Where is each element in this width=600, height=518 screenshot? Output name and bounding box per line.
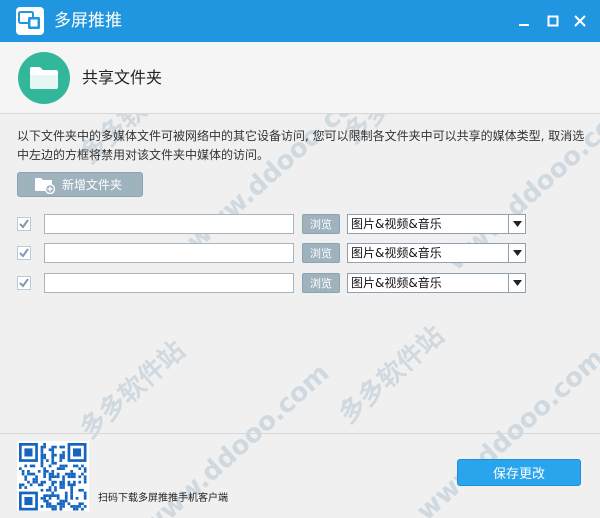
minimize-icon[interactable] bbox=[514, 11, 534, 31]
browse-button[interactable]: 浏览 bbox=[302, 273, 340, 293]
media-type-value: 图片&视频&音乐 bbox=[351, 276, 442, 290]
folder-row: 浏览 图片&视频&音乐 bbox=[0, 273, 600, 293]
media-type-select[interactable]: 图片&视频&音乐 bbox=[347, 243, 526, 263]
title-bar: 多屏推推 bbox=[0, 0, 600, 42]
watermark: www.ddooo.com bbox=[410, 343, 600, 518]
folder-path-input[interactable] bbox=[44, 273, 294, 293]
chevron-down-icon[interactable] bbox=[508, 215, 525, 233]
app-logo-icon bbox=[16, 7, 44, 35]
folder-row: 浏览 图片&视频&音乐 bbox=[0, 243, 600, 263]
page-header: 共享文件夹 bbox=[0, 42, 600, 114]
chevron-down-icon[interactable] bbox=[508, 274, 525, 292]
media-type-select[interactable]: 图片&视频&音乐 bbox=[347, 214, 526, 234]
media-type-value: 图片&视频&音乐 bbox=[351, 246, 442, 260]
add-folder-icon bbox=[34, 176, 58, 194]
folder-path-input[interactable] bbox=[44, 214, 294, 234]
watermark: 多多软件站 bbox=[74, 335, 192, 446]
watermark: 多多软件站 bbox=[333, 320, 451, 431]
browse-button[interactable]: 浏览 bbox=[302, 214, 340, 234]
qr-caption: 扫码下载多屏推推手机客户端 bbox=[98, 493, 228, 504]
save-button[interactable]: 保存更改 bbox=[457, 459, 581, 486]
page-title: 共享文件夹 bbox=[82, 68, 163, 87]
folder-row: 浏览 图片&视频&音乐 bbox=[0, 214, 600, 234]
chevron-down-icon[interactable] bbox=[508, 244, 525, 262]
close-icon[interactable] bbox=[570, 11, 590, 31]
window-title: 多屏推推 bbox=[54, 11, 122, 31]
folder-enabled-checkbox[interactable] bbox=[17, 217, 31, 231]
media-type-value: 图片&视频&音乐 bbox=[351, 217, 442, 231]
maximize-icon[interactable] bbox=[543, 11, 563, 31]
footer-divider bbox=[0, 433, 600, 434]
folder-icon bbox=[18, 52, 70, 104]
folder-path-input[interactable] bbox=[44, 243, 294, 263]
description-text: 以下文件夹中的多媒体文件可被网络中的其它设备访问, 您可以限制各文件夹中可以共享… bbox=[17, 129, 585, 162]
folder-enabled-checkbox[interactable] bbox=[17, 246, 31, 260]
qr-code-icon bbox=[17, 441, 89, 511]
add-folder-button[interactable]: 新增文件夹 bbox=[17, 172, 143, 197]
folder-enabled-checkbox[interactable] bbox=[17, 276, 31, 290]
browse-button[interactable]: 浏览 bbox=[302, 243, 340, 263]
add-folder-label: 新增文件夹 bbox=[62, 178, 123, 192]
media-type-select[interactable]: 图片&视频&音乐 bbox=[347, 273, 526, 293]
